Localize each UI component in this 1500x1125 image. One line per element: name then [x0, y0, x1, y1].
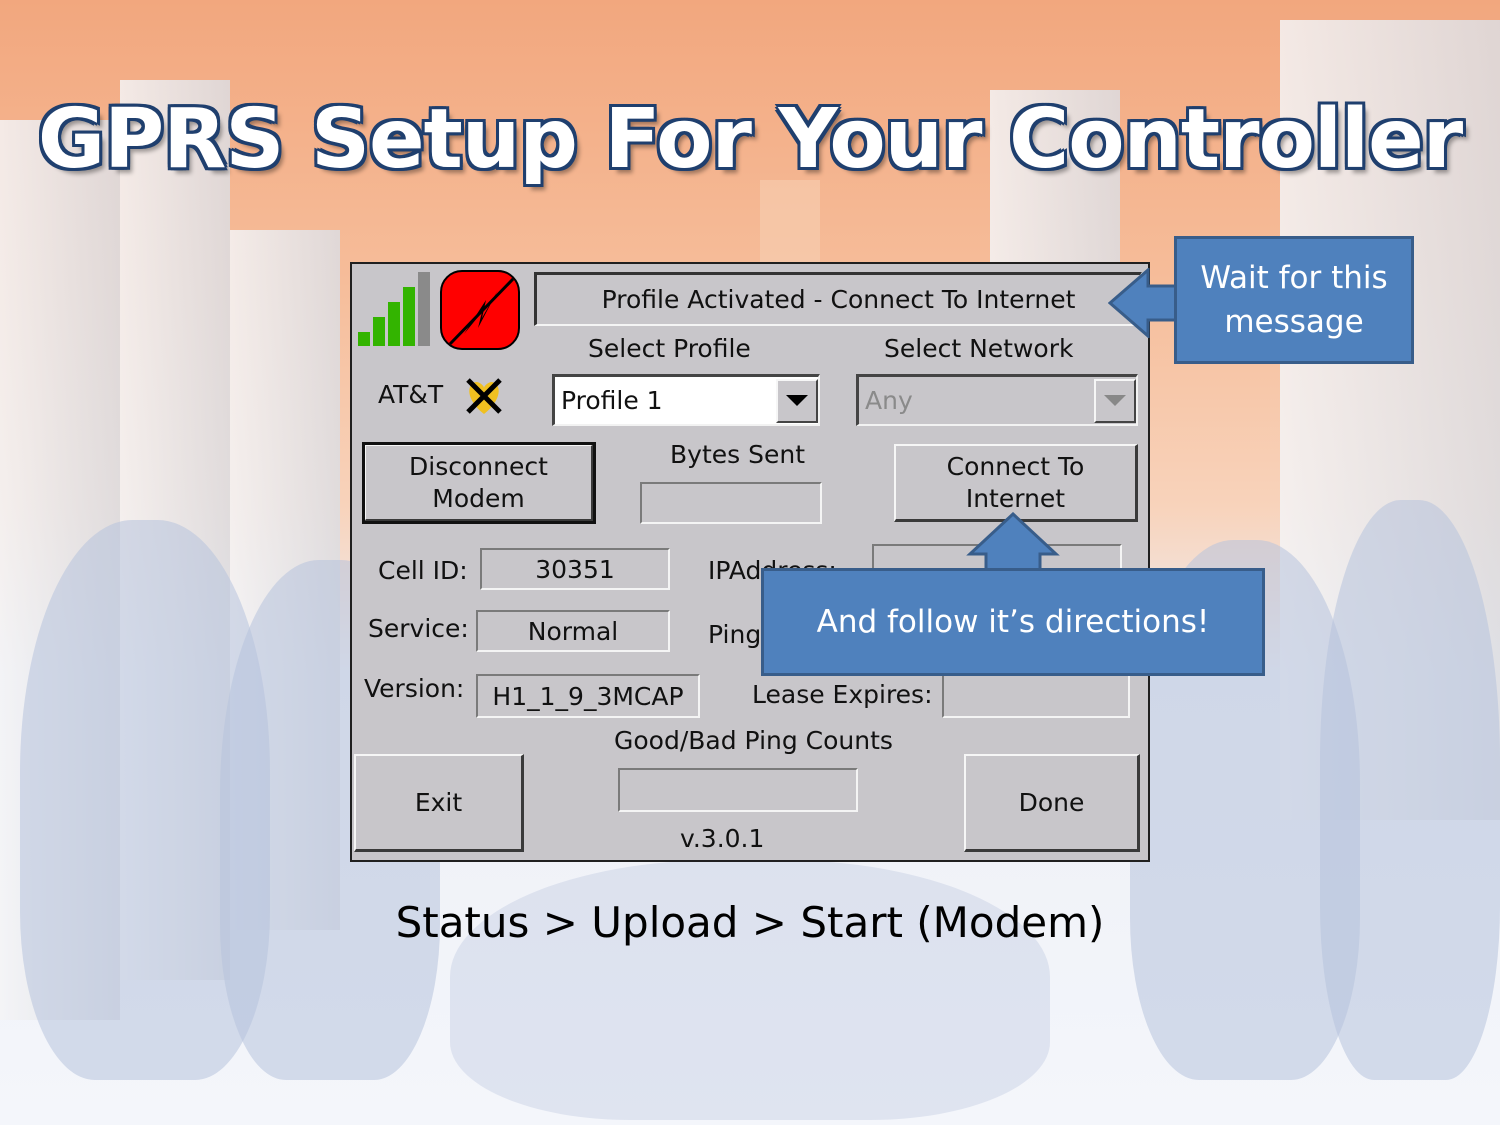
cell-id-label: Cell ID: — [378, 556, 468, 585]
navigation-path: Status > Upload > Start (Modem) — [395, 898, 1105, 947]
lease-expires-field — [942, 674, 1130, 718]
bytes-sent-field — [640, 482, 822, 524]
profile-select[interactable]: Profile 1 — [552, 374, 820, 426]
status-message: Profile Activated - Connect To Internet — [534, 272, 1142, 326]
roaming-x-icon — [462, 374, 506, 418]
network-select: Any — [856, 374, 1138, 426]
follow-directions-callout: And follow it’s directions! — [761, 568, 1265, 676]
ping-counts-label: Good/Bad Ping Counts — [614, 726, 893, 755]
version-label: Version: — [364, 674, 465, 703]
service-label: Service: — [368, 614, 469, 643]
network-select-value: Any — [865, 386, 913, 415]
chevron-down-icon — [1094, 378, 1136, 423]
cell-id-field: 30351 — [480, 548, 670, 590]
connection-status-icon — [440, 270, 520, 350]
select-network-label: Select Network — [884, 334, 1074, 363]
app-version: v.3.0.1 — [680, 824, 765, 853]
up-arrow-icon — [966, 512, 1060, 576]
version-field: H1_1_9_3MCAP — [476, 674, 700, 718]
disconnect-modem-button[interactable]: Disconnect Modem — [362, 442, 596, 524]
lease-expires-label: Lease Expires: — [752, 680, 933, 709]
profile-select-value: Profile 1 — [561, 386, 663, 415]
done-button[interactable]: Done — [964, 754, 1140, 852]
chevron-down-icon[interactable] — [776, 378, 818, 423]
ping-label: Ping — [708, 620, 762, 649]
carrier-label: AT&T — [378, 380, 444, 409]
wait-message-callout: Wait for this message — [1174, 236, 1414, 364]
bytes-sent-label: Bytes Sent — [670, 440, 805, 469]
service-field: Normal — [476, 610, 670, 652]
ping-counts-field — [618, 768, 858, 812]
signal-strength-icon — [358, 270, 430, 346]
exit-button[interactable]: Exit — [354, 754, 524, 852]
background-runner — [1320, 500, 1500, 1080]
select-profile-label: Select Profile — [588, 334, 751, 363]
connect-to-internet-button[interactable]: Connect To Internet — [894, 444, 1138, 522]
slide-title: GPRS Setup For Your Controller — [37, 92, 1463, 187]
